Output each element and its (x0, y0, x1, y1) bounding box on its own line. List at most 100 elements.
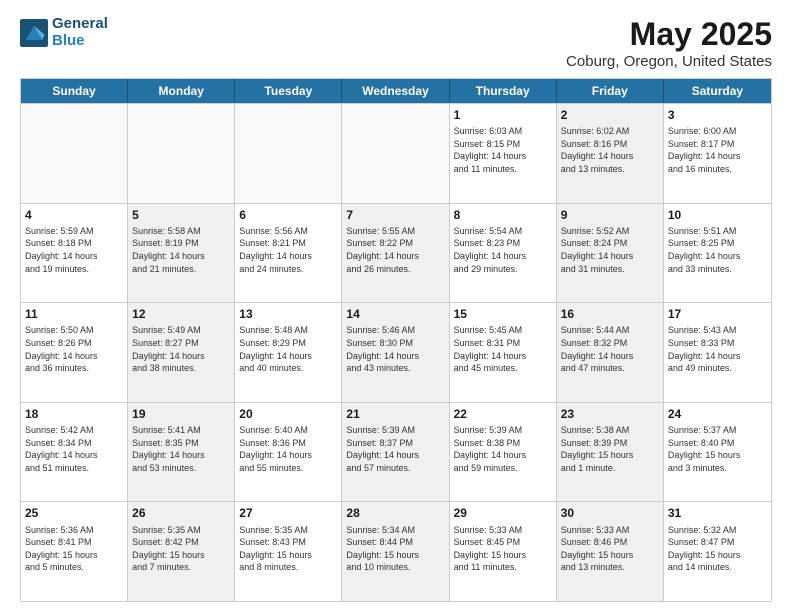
day-number: 17 (668, 306, 767, 322)
logo-inner: General Blue (20, 16, 108, 49)
calendar-cell: 10Sunrise: 5:51 AM Sunset: 8:25 PM Dayli… (664, 204, 771, 303)
weekday-header-monday: Monday (128, 79, 235, 103)
weekday-header-wednesday: Wednesday (342, 79, 449, 103)
day-info: Sunrise: 5:37 AM Sunset: 8:40 PM Dayligh… (668, 424, 767, 474)
calendar-week-5: 25 Sunrise: 5:36 AM Sunset: 8:41 PM Dayli… (21, 501, 771, 601)
day-number: 19 (132, 406, 230, 422)
calendar-cell: 31 Sunrise: 5:32 AM Sunset: 8:47 PM Dayli… (664, 502, 771, 601)
calendar-cell (342, 104, 449, 203)
calendar-cell: 2Sunrise: 6:02 AM Sunset: 8:16 PM Daylig… (557, 104, 664, 203)
day-number: 15 (454, 306, 552, 322)
day-info: Sunrise: 5:43 AM Sunset: 8:33 PM Dayligh… (668, 324, 767, 374)
weekday-header-tuesday: Tuesday (235, 79, 342, 103)
calendar-cell: 22 Sunrise: 5:39 AM Sunset: 8:38 PM Dayli… (450, 403, 557, 502)
day-number: 13 (239, 306, 337, 322)
page: General Blue May 2025 Coburg, Oregon, Un… (0, 0, 792, 612)
day-info: Sunrise: 5:36 AM Sunset: 8:41 PM Dayligh… (25, 524, 123, 574)
calendar-cell (21, 104, 128, 203)
day-number: 31 (668, 505, 767, 521)
calendar-cell: 18 Sunrise: 5:42 AM Sunset: 8:34 PM Dayli… (21, 403, 128, 502)
day-info: Sunrise: 5:46 AM Sunset: 8:30 PM Dayligh… (346, 324, 444, 374)
day-info: Sunrise: 5:52 AM Sunset: 8:24 PM Dayligh… (561, 225, 659, 275)
day-info: Sunrise: 5:32 AM Sunset: 8:47 PM Dayligh… (668, 524, 767, 574)
calendar-cell: 13 Sunrise: 5:48 AM Sunset: 8:29 PM Dayli… (235, 303, 342, 402)
day-info: Sunrise: 6:02 AM Sunset: 8:16 PM Dayligh… (561, 125, 659, 175)
day-info: Sunrise: 5:35 AM Sunset: 8:42 PM Dayligh… (132, 524, 230, 574)
day-info: Sunrise: 5:50 AM Sunset: 8:26 PM Dayligh… (25, 324, 123, 374)
day-info: Sunrise: 5:33 AM Sunset: 8:46 PM Dayligh… (561, 524, 659, 574)
calendar-cell: 16Sunrise: 5:44 AM Sunset: 8:32 PM Dayli… (557, 303, 664, 402)
day-number: 18 (25, 406, 123, 422)
calendar-week-4: 18 Sunrise: 5:42 AM Sunset: 8:34 PM Dayli… (21, 402, 771, 502)
day-info: Sunrise: 5:41 AM Sunset: 8:35 PM Dayligh… (132, 424, 230, 474)
day-info: Sunrise: 5:39 AM Sunset: 8:38 PM Dayligh… (454, 424, 552, 474)
day-number: 26 (132, 505, 230, 521)
calendar-cell: 30 Sunrise: 5:33 AM Sunset: 8:46 PM Dayli… (557, 502, 664, 601)
day-info: Sunrise: 5:44 AM Sunset: 8:32 PM Dayligh… (561, 324, 659, 374)
calendar-week-2: 4 Sunrise: 5:59 AM Sunset: 8:18 PM Daylig… (21, 203, 771, 303)
day-number: 24 (668, 406, 767, 422)
day-info: Sunrise: 5:48 AM Sunset: 8:29 PM Dayligh… (239, 324, 337, 374)
header: General Blue May 2025 Coburg, Oregon, Un… (20, 16, 772, 70)
calendar-header: SundayMondayTuesdayWednesdayThursdayFrid… (21, 79, 771, 103)
weekday-header-friday: Friday (557, 79, 664, 103)
calendar-cell: 25 Sunrise: 5:36 AM Sunset: 8:41 PM Dayli… (21, 502, 128, 601)
calendar-cell: 3Sunrise: 6:00 AM Sunset: 8:17 PM Daylig… (664, 104, 771, 203)
day-number: 4 (25, 207, 123, 223)
day-info: Sunrise: 5:45 AM Sunset: 8:31 PM Dayligh… (454, 324, 552, 374)
day-number: 11 (25, 306, 123, 322)
day-number: 3 (668, 107, 767, 123)
day-info: Sunrise: 5:40 AM Sunset: 8:36 PM Dayligh… (239, 424, 337, 474)
day-info: Sunrise: 5:59 AM Sunset: 8:18 PM Dayligh… (25, 225, 123, 275)
day-number: 6 (239, 207, 337, 223)
calendar-cell: 19 Sunrise: 5:41 AM Sunset: 8:35 PM Dayli… (128, 403, 235, 502)
day-number: 30 (561, 505, 659, 521)
main-title: May 2025 (566, 16, 772, 53)
calendar-cell: 26 Sunrise: 5:35 AM Sunset: 8:42 PM Dayli… (128, 502, 235, 601)
calendar-cell: 4 Sunrise: 5:59 AM Sunset: 8:18 PM Daylig… (21, 204, 128, 303)
day-info: Sunrise: 5:49 AM Sunset: 8:27 PM Dayligh… (132, 324, 230, 374)
day-number: 23 (561, 406, 659, 422)
logo: General Blue (20, 16, 108, 49)
day-number: 14 (346, 306, 444, 322)
calendar-cell: 15 Sunrise: 5:45 AM Sunset: 8:31 PM Dayli… (450, 303, 557, 402)
day-info: Sunrise: 5:38 AM Sunset: 8:39 PM Dayligh… (561, 424, 659, 474)
calendar-cell: 23 Sunrise: 5:38 AM Sunset: 8:39 PM Dayli… (557, 403, 664, 502)
day-number: 22 (454, 406, 552, 422)
calendar-cell: 17 Sunrise: 5:43 AM Sunset: 8:33 PM Dayli… (664, 303, 771, 402)
day-info: Sunrise: 5:39 AM Sunset: 8:37 PM Dayligh… (346, 424, 444, 474)
calendar-cell: 1Sunrise: 6:03 AM Sunset: 8:15 PM Daylig… (450, 104, 557, 203)
day-number: 8 (454, 207, 552, 223)
calendar-cell: 11 Sunrise: 5:50 AM Sunset: 8:26 PM Dayli… (21, 303, 128, 402)
day-number: 9 (561, 207, 659, 223)
calendar-cell: 8 Sunrise: 5:54 AM Sunset: 8:23 PM Daylig… (450, 204, 557, 303)
day-info: Sunrise: 5:42 AM Sunset: 8:34 PM Dayligh… (25, 424, 123, 474)
calendar-cell: 28 Sunrise: 5:34 AM Sunset: 8:44 PM Dayli… (342, 502, 449, 601)
calendar-week-3: 11 Sunrise: 5:50 AM Sunset: 8:26 PM Dayli… (21, 302, 771, 402)
day-info: Sunrise: 5:54 AM Sunset: 8:23 PM Dayligh… (454, 225, 552, 275)
day-info: Sunrise: 5:56 AM Sunset: 8:21 PM Dayligh… (239, 225, 337, 275)
day-number: 1 (454, 107, 552, 123)
weekday-header-saturday: Saturday (664, 79, 771, 103)
weekday-header-thursday: Thursday (450, 79, 557, 103)
day-number: 29 (454, 505, 552, 521)
subtitle: Coburg, Oregon, United States (566, 53, 772, 70)
calendar-cell: 21Sunrise: 5:39 AM Sunset: 8:37 PM Dayli… (342, 403, 449, 502)
calendar-cell (128, 104, 235, 203)
day-number: 7 (346, 207, 444, 223)
calendar-cell: 20 Sunrise: 5:40 AM Sunset: 8:36 PM Dayli… (235, 403, 342, 502)
day-info: Sunrise: 5:55 AM Sunset: 8:22 PM Dayligh… (346, 225, 444, 275)
logo-icon (20, 19, 48, 47)
day-info: Sunrise: 5:35 AM Sunset: 8:43 PM Dayligh… (239, 524, 337, 574)
day-number: 5 (132, 207, 230, 223)
calendar-week-1: 1Sunrise: 6:03 AM Sunset: 8:15 PM Daylig… (21, 103, 771, 203)
title-block: May 2025 Coburg, Oregon, United States (566, 16, 772, 70)
day-number: 27 (239, 505, 337, 521)
day-number: 28 (346, 505, 444, 521)
calendar-body: 1Sunrise: 6:03 AM Sunset: 8:15 PM Daylig… (21, 103, 771, 601)
day-info: Sunrise: 5:34 AM Sunset: 8:44 PM Dayligh… (346, 524, 444, 574)
day-number: 25 (25, 505, 123, 521)
day-number: 12 (132, 306, 230, 322)
day-number: 20 (239, 406, 337, 422)
day-number: 10 (668, 207, 767, 223)
